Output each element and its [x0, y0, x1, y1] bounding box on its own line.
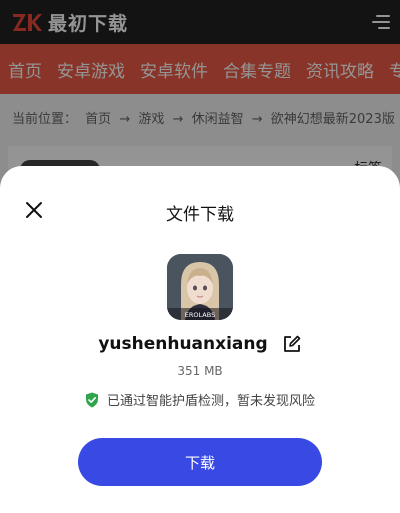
sheet-title: 文件下载 [166, 205, 234, 225]
download-button[interactable]: 下载 [78, 438, 322, 486]
file-size: 351 MB [177, 364, 223, 378]
app-name: yushenhuanxiang [98, 334, 268, 354]
security-status: 已通过智能护盾检测，暂未发现风险 [0, 390, 400, 409]
shield-check-icon [85, 392, 98, 407]
app-icon: EROLABS [167, 254, 233, 320]
app-icon-art: EROLABS [167, 254, 233, 320]
app-icon-caption: EROLABS [185, 311, 215, 319]
download-sheet: 文件下载 EROLABS yushenhuanxiang 351 MB 已通过智… [0, 166, 400, 513]
edit-icon[interactable] [282, 334, 302, 354]
security-text: 已通过智能护盾检测，暂未发现风险 [106, 394, 315, 409]
app-name-row: yushenhuanxiang [0, 334, 400, 354]
